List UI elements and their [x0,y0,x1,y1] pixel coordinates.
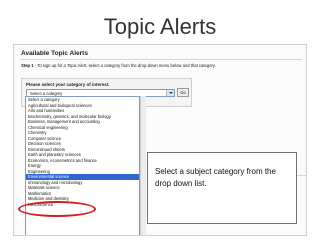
slide-title: Topic Alerts [103,14,217,39]
chevron-down-icon[interactable] [166,90,174,96]
callout-text: Select a subject category from the drop … [155,167,276,188]
instruction-callout: Select a subject category from the drop … [147,152,297,224]
category-label: Please select your category of interest. [26,82,110,87]
page-heading: Available Topic Alerts [21,50,88,57]
highlight-ellipse [18,201,96,217]
dropdown-scrollbar[interactable] [140,96,146,235]
heading-divider [20,59,302,60]
instructions-text: Step 1 - To sign up for a Topic Alert, s… [21,63,301,68]
go-button[interactable]: Go [177,88,189,97]
step-label: Step 1 [21,63,34,68]
instructions-body: - To sign up for a Topic Alert, select a… [33,63,216,68]
